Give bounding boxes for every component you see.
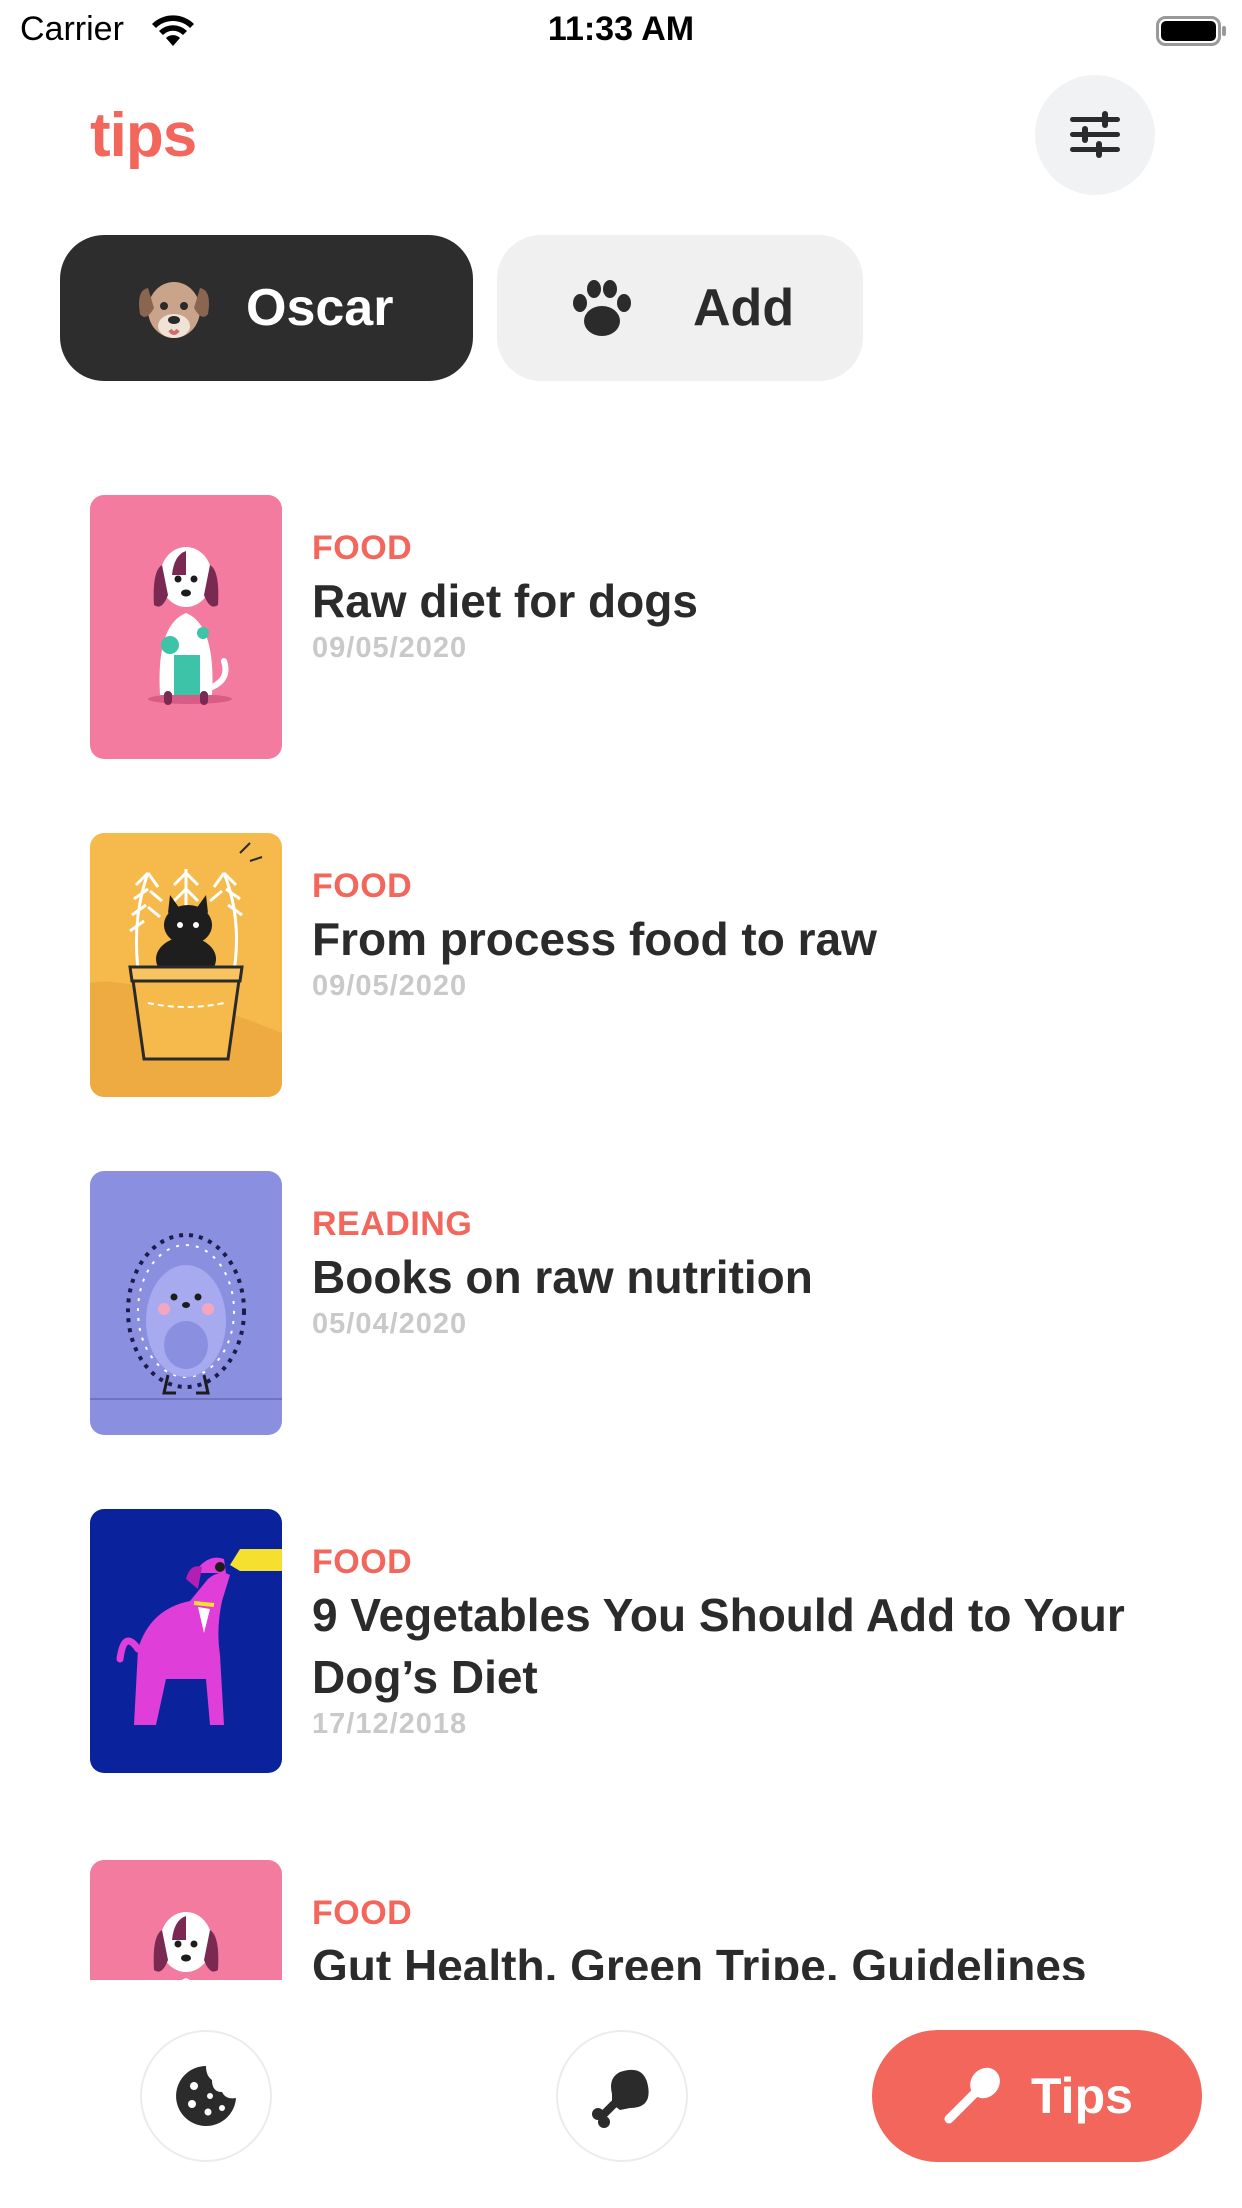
- article-thumbnail: [90, 1509, 282, 1773]
- article-date: 09/05/2020: [312, 970, 468, 1002]
- tab-treats[interactable]: [140, 2030, 272, 2162]
- article-text: FOOD Raw diet for dogs 09/05/2020: [312, 529, 1192, 665]
- spotted-dog-illustration: [90, 495, 282, 759]
- tab-tips[interactable]: Tips: [872, 2030, 1202, 2162]
- hedgehog-illustration: [90, 1171, 282, 1435]
- tab-food[interactable]: [556, 2030, 688, 2162]
- article-date: 17/12/2018: [312, 1708, 468, 1740]
- article-card[interactable]: READING Books on raw nutrition 05/04/202…: [90, 1171, 1210, 1435]
- article-card[interactable]: FOOD Gut Health, Green Tripe, Guidelines: [90, 1860, 1210, 1980]
- tab-tips-label: Tips: [1031, 2068, 1133, 2124]
- article-text: FOOD From process food to raw 09/05/2020: [312, 867, 1192, 1003]
- article-title: From process food to raw: [312, 913, 877, 965]
- pet-chip-oscar[interactable]: Oscar: [60, 235, 473, 381]
- article-list[interactable]: FOOD Raw diet for dogs 09/05/2020 FOOD F…: [0, 450, 1242, 1980]
- dog-face-icon: [139, 282, 209, 338]
- filter-button[interactable]: [1035, 75, 1155, 195]
- article-text: FOOD 9 Vegetables You Should Add to Your…: [312, 1543, 1192, 1741]
- paw-icon: [573, 280, 631, 336]
- article-title: Raw diet for dogs: [312, 575, 698, 627]
- article-title: Gut Health, Green Tripe, Guidelines: [312, 1940, 1087, 1980]
- article-date: 09/05/2020: [312, 632, 468, 664]
- article-thumbnail: [90, 1171, 282, 1435]
- article-thumbnail: [90, 1860, 282, 1980]
- sliders-icon: [1070, 111, 1120, 158]
- article-title: Books on raw nutrition: [312, 1251, 813, 1303]
- article-category: FOOD: [312, 1543, 413, 1581]
- battery-icon: [1156, 16, 1226, 46]
- barking-dog-illustration: [90, 1509, 282, 1773]
- cat-in-pot-illustration: [90, 833, 282, 1097]
- clock: 11:33 AM: [547, 10, 695, 48]
- status-bar: Carrier 11:33 AM: [0, 0, 1242, 66]
- pet-name: Oscar: [246, 279, 394, 337]
- meat-drumstick-icon: [592, 2069, 649, 2128]
- add-pet-label: Add: [693, 279, 795, 337]
- article-category: READING: [312, 1205, 473, 1243]
- spotted-dog-illustration: [90, 1860, 282, 1980]
- spoon-icon: [944, 2067, 1000, 2124]
- article-title: 9 Vegetables You Should Add to Your Dog’…: [312, 1589, 1125, 1703]
- article-card[interactable]: FOOD From process food to raw 09/05/2020: [90, 833, 1210, 1097]
- article-text: FOOD Gut Health, Green Tripe, Guidelines: [312, 1894, 1192, 1980]
- cookie-icon: [176, 2066, 236, 2126]
- article-category: FOOD: [312, 1894, 413, 1932]
- article-card[interactable]: FOOD Raw diet for dogs 09/05/2020: [90, 495, 1210, 759]
- app-logo: tips: [90, 101, 197, 170]
- add-pet-button[interactable]: Add: [497, 235, 863, 381]
- article-text: READING Books on raw nutrition 05/04/202…: [312, 1205, 1192, 1341]
- article-date: 05/04/2020: [312, 1308, 468, 1340]
- article-thumbnail: [90, 495, 282, 759]
- article-category: FOOD: [312, 529, 413, 567]
- article-card[interactable]: FOOD 9 Vegetables You Should Add to Your…: [90, 1509, 1210, 1773]
- article-thumbnail: [90, 833, 282, 1097]
- article-category: FOOD: [312, 867, 413, 905]
